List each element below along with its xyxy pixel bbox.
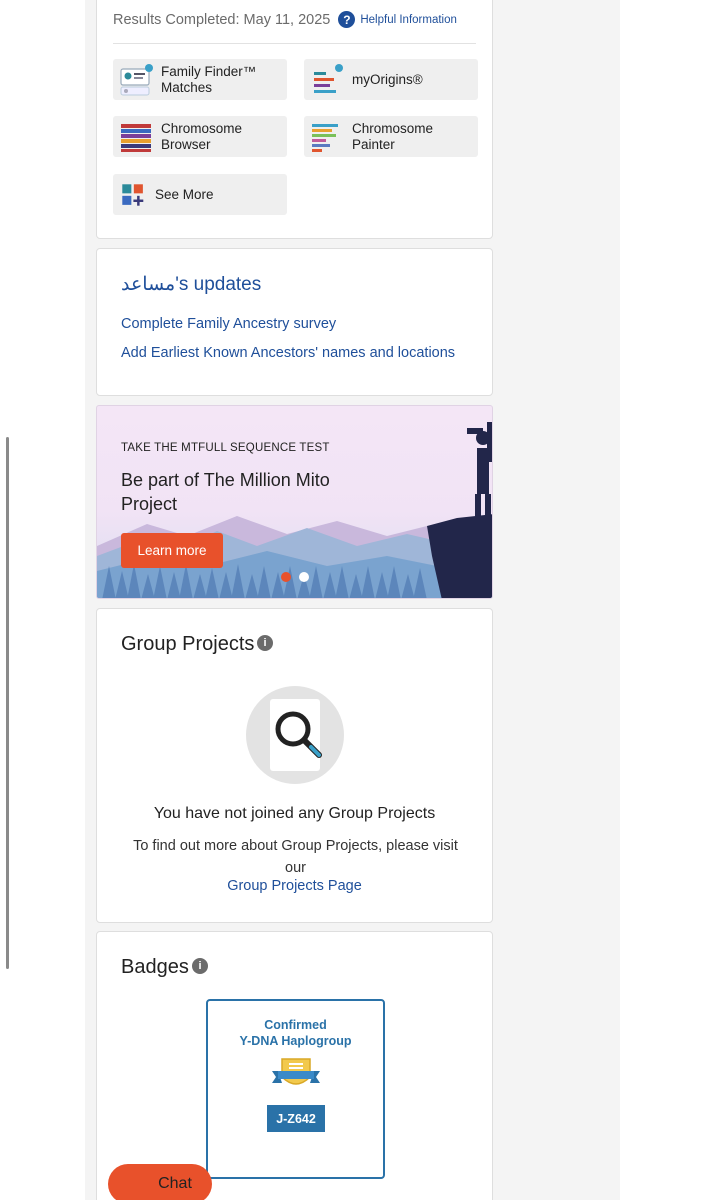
myorigins-button[interactable]: myOrigins® xyxy=(304,59,478,100)
divider xyxy=(113,43,476,44)
promo-banner[interactable]: TAKE THE MTFULL SEQUENCE TEST Be part of… xyxy=(96,405,493,599)
updates-card: مساعد's updates Complete Family Ancestry… xyxy=(96,248,493,396)
banner-title: Be part of The Million Mito Project xyxy=(121,470,330,514)
see-more-button[interactable]: See More xyxy=(113,174,287,215)
carousel-dot-1[interactable] xyxy=(281,572,291,582)
myorigins-icon xyxy=(314,63,343,93)
see-more-label: See More xyxy=(155,186,214,202)
family-finder-label-2: Matches xyxy=(161,79,213,95)
haplogroup-tag: J-Z642 xyxy=(267,1105,325,1132)
empty-state-text: To find out more about Group Projects, p… xyxy=(133,838,458,876)
chat-button[interactable]: Chat xyxy=(108,1164,212,1200)
badges-title: Badges xyxy=(121,956,189,978)
search-document-icon xyxy=(246,686,344,784)
chromosome-painter-label-2: Painter xyxy=(352,136,395,152)
badges-card: Badges i Confirmed Y-DNA Haplogroup J-Z6… xyxy=(96,931,493,1200)
see-more-icon xyxy=(122,183,144,206)
banner-kicker: TAKE THE MTFULL SEQUENCE TEST xyxy=(121,442,330,454)
carousel-dot-2[interactable] xyxy=(299,572,309,582)
chromosome-browser-button[interactable]: Chromosome Browser xyxy=(113,116,287,157)
earliest-ancestors-link[interactable]: Add Earliest Known Ancestors' names and … xyxy=(121,345,455,361)
info-icon[interactable]: i xyxy=(192,958,208,974)
haplogroup-badge[interactable]: Confirmed Y-DNA Haplogroup J-Z642 xyxy=(206,999,385,1179)
empty-state-title: You have not joined any Group Projects xyxy=(153,805,436,822)
chromosome-painter-icon xyxy=(312,123,338,152)
group-projects-page-link[interactable]: Group Projects Page xyxy=(97,878,492,894)
helpful-information-link[interactable]: Helpful Information xyxy=(360,14,457,26)
results-completed-text: Results Completed: May 11, 2025 xyxy=(113,11,331,28)
chromosome-browser-label-1: Chromosome xyxy=(161,120,243,136)
learn-more-button[interactable]: Learn more xyxy=(121,533,223,568)
family-finder-button[interactable]: Family Finder™ Matches xyxy=(113,59,287,100)
chromosome-browser-label-2: Browser xyxy=(161,136,211,152)
group-projects-title: Group Projects xyxy=(121,633,255,655)
family-finder-icon xyxy=(120,63,153,95)
badge-title-line-1: Confirmed xyxy=(264,1018,327,1032)
chromosome-painter-button[interactable]: Chromosome Painter xyxy=(304,116,478,157)
group-projects-card: Group Projects i You have not joined any… xyxy=(96,608,493,923)
results-header: Results Completed: May 11, 2025 ? Helpfu… xyxy=(113,11,457,28)
medal-icon xyxy=(272,1058,320,1085)
family-ancestry-survey-link[interactable]: Complete Family Ancestry survey xyxy=(121,316,336,332)
results-card: Results Completed: May 11, 2025 ? Helpfu… xyxy=(96,0,493,239)
badge-title-line-2: Y-DNA Haplogroup xyxy=(239,1034,352,1048)
family-finder-label-1: Family Finder™ xyxy=(161,63,257,79)
myorigins-label: myOrigins® xyxy=(352,71,423,87)
question-icon[interactable]: ? xyxy=(338,11,356,28)
scrollbar[interactable] xyxy=(6,437,9,969)
chromosome-painter-label-1: Chromosome xyxy=(352,120,434,136)
info-icon[interactable]: i xyxy=(257,635,273,651)
chromosome-browser-icon xyxy=(121,123,151,152)
updates-title: مساعد's updates xyxy=(121,274,262,295)
